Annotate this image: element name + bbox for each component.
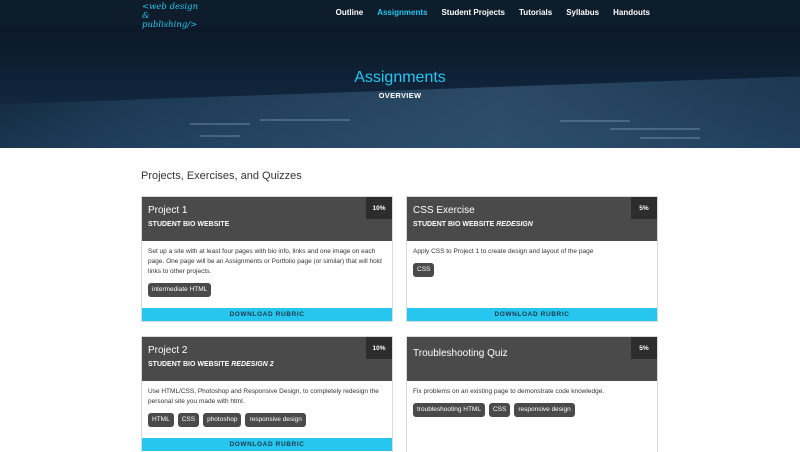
tag-list: intermediate HTML (148, 283, 386, 297)
tag[interactable]: HTML (148, 413, 174, 427)
grade-weight-badge: 5% (631, 337, 657, 359)
card-subtitle-emphasis: REDESIGN 2 (231, 361, 274, 368)
assignment-card-troubleshooting-quiz: Troubleshooting Quiz 5% Fix problems on … (406, 336, 658, 452)
card-body: Apply CSS to Project 1 to create design … (407, 241, 657, 281)
card-subtitle-text: STUDENT BIO WEBSITE (148, 361, 230, 368)
card-description: Set up a site with at least four pages w… (148, 248, 382, 275)
card-subtitle-text: STUDENT BIO WEBSITE (413, 221, 495, 228)
card-title: Project 2 (148, 345, 188, 356)
tag[interactable]: responsive design (245, 413, 306, 427)
card-description: Use HTML/CSS, Photoshop and Responsive D… (148, 388, 379, 405)
logo-line-1: <web design (142, 2, 199, 12)
card-subtitle-text: STUDENT BIO WEBSITE (148, 221, 230, 228)
card-header: CSS Exercise STUDENT BIO WEBSITE REDESIG… (407, 197, 657, 241)
card-body: Use HTML/CSS, Photoshop and Responsive D… (142, 381, 392, 431)
tag[interactable]: CSS (488, 403, 511, 417)
main-nav: Outline Assignments Student Projects Tut… (322, 0, 650, 25)
nav-outline[interactable]: Outline (336, 8, 364, 17)
grade-weight-badge: 5% (631, 197, 657, 219)
assignment-card-project-1: Project 1 STUDENT BIO WEBSITE 10% Set up… (141, 196, 393, 322)
tag[interactable]: photoshop (203, 413, 242, 427)
card-header: Project 1 STUDENT BIO WEBSITE 10% (142, 197, 392, 241)
nav-assignments[interactable]: Assignments (377, 8, 427, 17)
download-rubric-button[interactable]: DOWNLOAD RUBRIC (407, 308, 657, 321)
card-header: Troubleshooting Quiz 5% (407, 337, 657, 381)
tag[interactable]: responsive design (514, 403, 575, 417)
card-description: Fix problems on an existing page to demo… (413, 388, 605, 395)
tag[interactable]: CSS (413, 263, 435, 277)
page-title: Assignments (354, 69, 446, 86)
card-title: Project 1 (148, 205, 188, 216)
hero-banner: Assignments OVERVIEW (0, 25, 800, 148)
assignment-card-css-exercise: CSS Exercise STUDENT BIO WEBSITE REDESIG… (406, 196, 658, 322)
code-line (200, 135, 240, 137)
card-subtitle: STUDENT BIO WEBSITE REDESIGN 2 (148, 361, 386, 368)
card-title: CSS Exercise (413, 205, 475, 216)
nav-handouts[interactable]: Handouts (613, 8, 650, 17)
nav-student-projects[interactable]: Student Projects (441, 8, 505, 17)
grade-weight-badge: 10% (366, 337, 392, 359)
code-line (190, 123, 250, 125)
card-body: Set up a site with at least four pages w… (142, 241, 392, 301)
card-subtitle-emphasis: REDESIGN (496, 221, 533, 228)
card-subtitle: STUDENT BIO WEBSITE (148, 221, 386, 228)
logo-line-2: & publishing/> (142, 11, 198, 30)
tag-list: HTML CSS photoshop responsive design (148, 413, 386, 427)
download-rubric-button[interactable]: DOWNLOAD RUBRIC (142, 438, 392, 451)
card-description: Apply CSS to Project 1 to create design … (413, 248, 594, 255)
card-subtitle: STUDENT BIO WEBSITE REDESIGN (413, 221, 651, 228)
card-title: Troubleshooting Quiz (413, 348, 508, 359)
page-subtitle: OVERVIEW (378, 91, 422, 100)
site-logo[interactable]: <web design & publishing/> (142, 3, 202, 30)
tag-list: CSS (413, 263, 651, 277)
tag-list: troubleshooting HTML CSS responsive desi… (413, 403, 651, 417)
download-rubric-button[interactable]: DOWNLOAD RUBRIC (142, 308, 392, 321)
nav-syllabus[interactable]: Syllabus (566, 8, 599, 17)
card-header: Project 2 STUDENT BIO WEBSITE REDESIGN 2… (142, 337, 392, 381)
nav-tutorials[interactable]: Tutorials (519, 8, 552, 17)
tag[interactable]: CSS (177, 413, 200, 427)
section-heading: Projects, Exercises, and Quizzes (141, 170, 302, 182)
code-line (640, 137, 700, 139)
grade-weight-badge: 10% (366, 197, 392, 219)
top-navbar: <web design & publishing/> Outline Assig… (0, 0, 800, 30)
code-line (610, 128, 700, 130)
code-line (560, 120, 630, 122)
tag[interactable]: intermediate HTML (148, 283, 212, 297)
code-line (260, 119, 350, 121)
card-body: Fix problems on an existing page to demo… (407, 381, 657, 421)
assignment-card-project-2: Project 2 STUDENT BIO WEBSITE REDESIGN 2… (141, 336, 393, 452)
tag[interactable]: troubleshooting HTML (413, 403, 485, 417)
